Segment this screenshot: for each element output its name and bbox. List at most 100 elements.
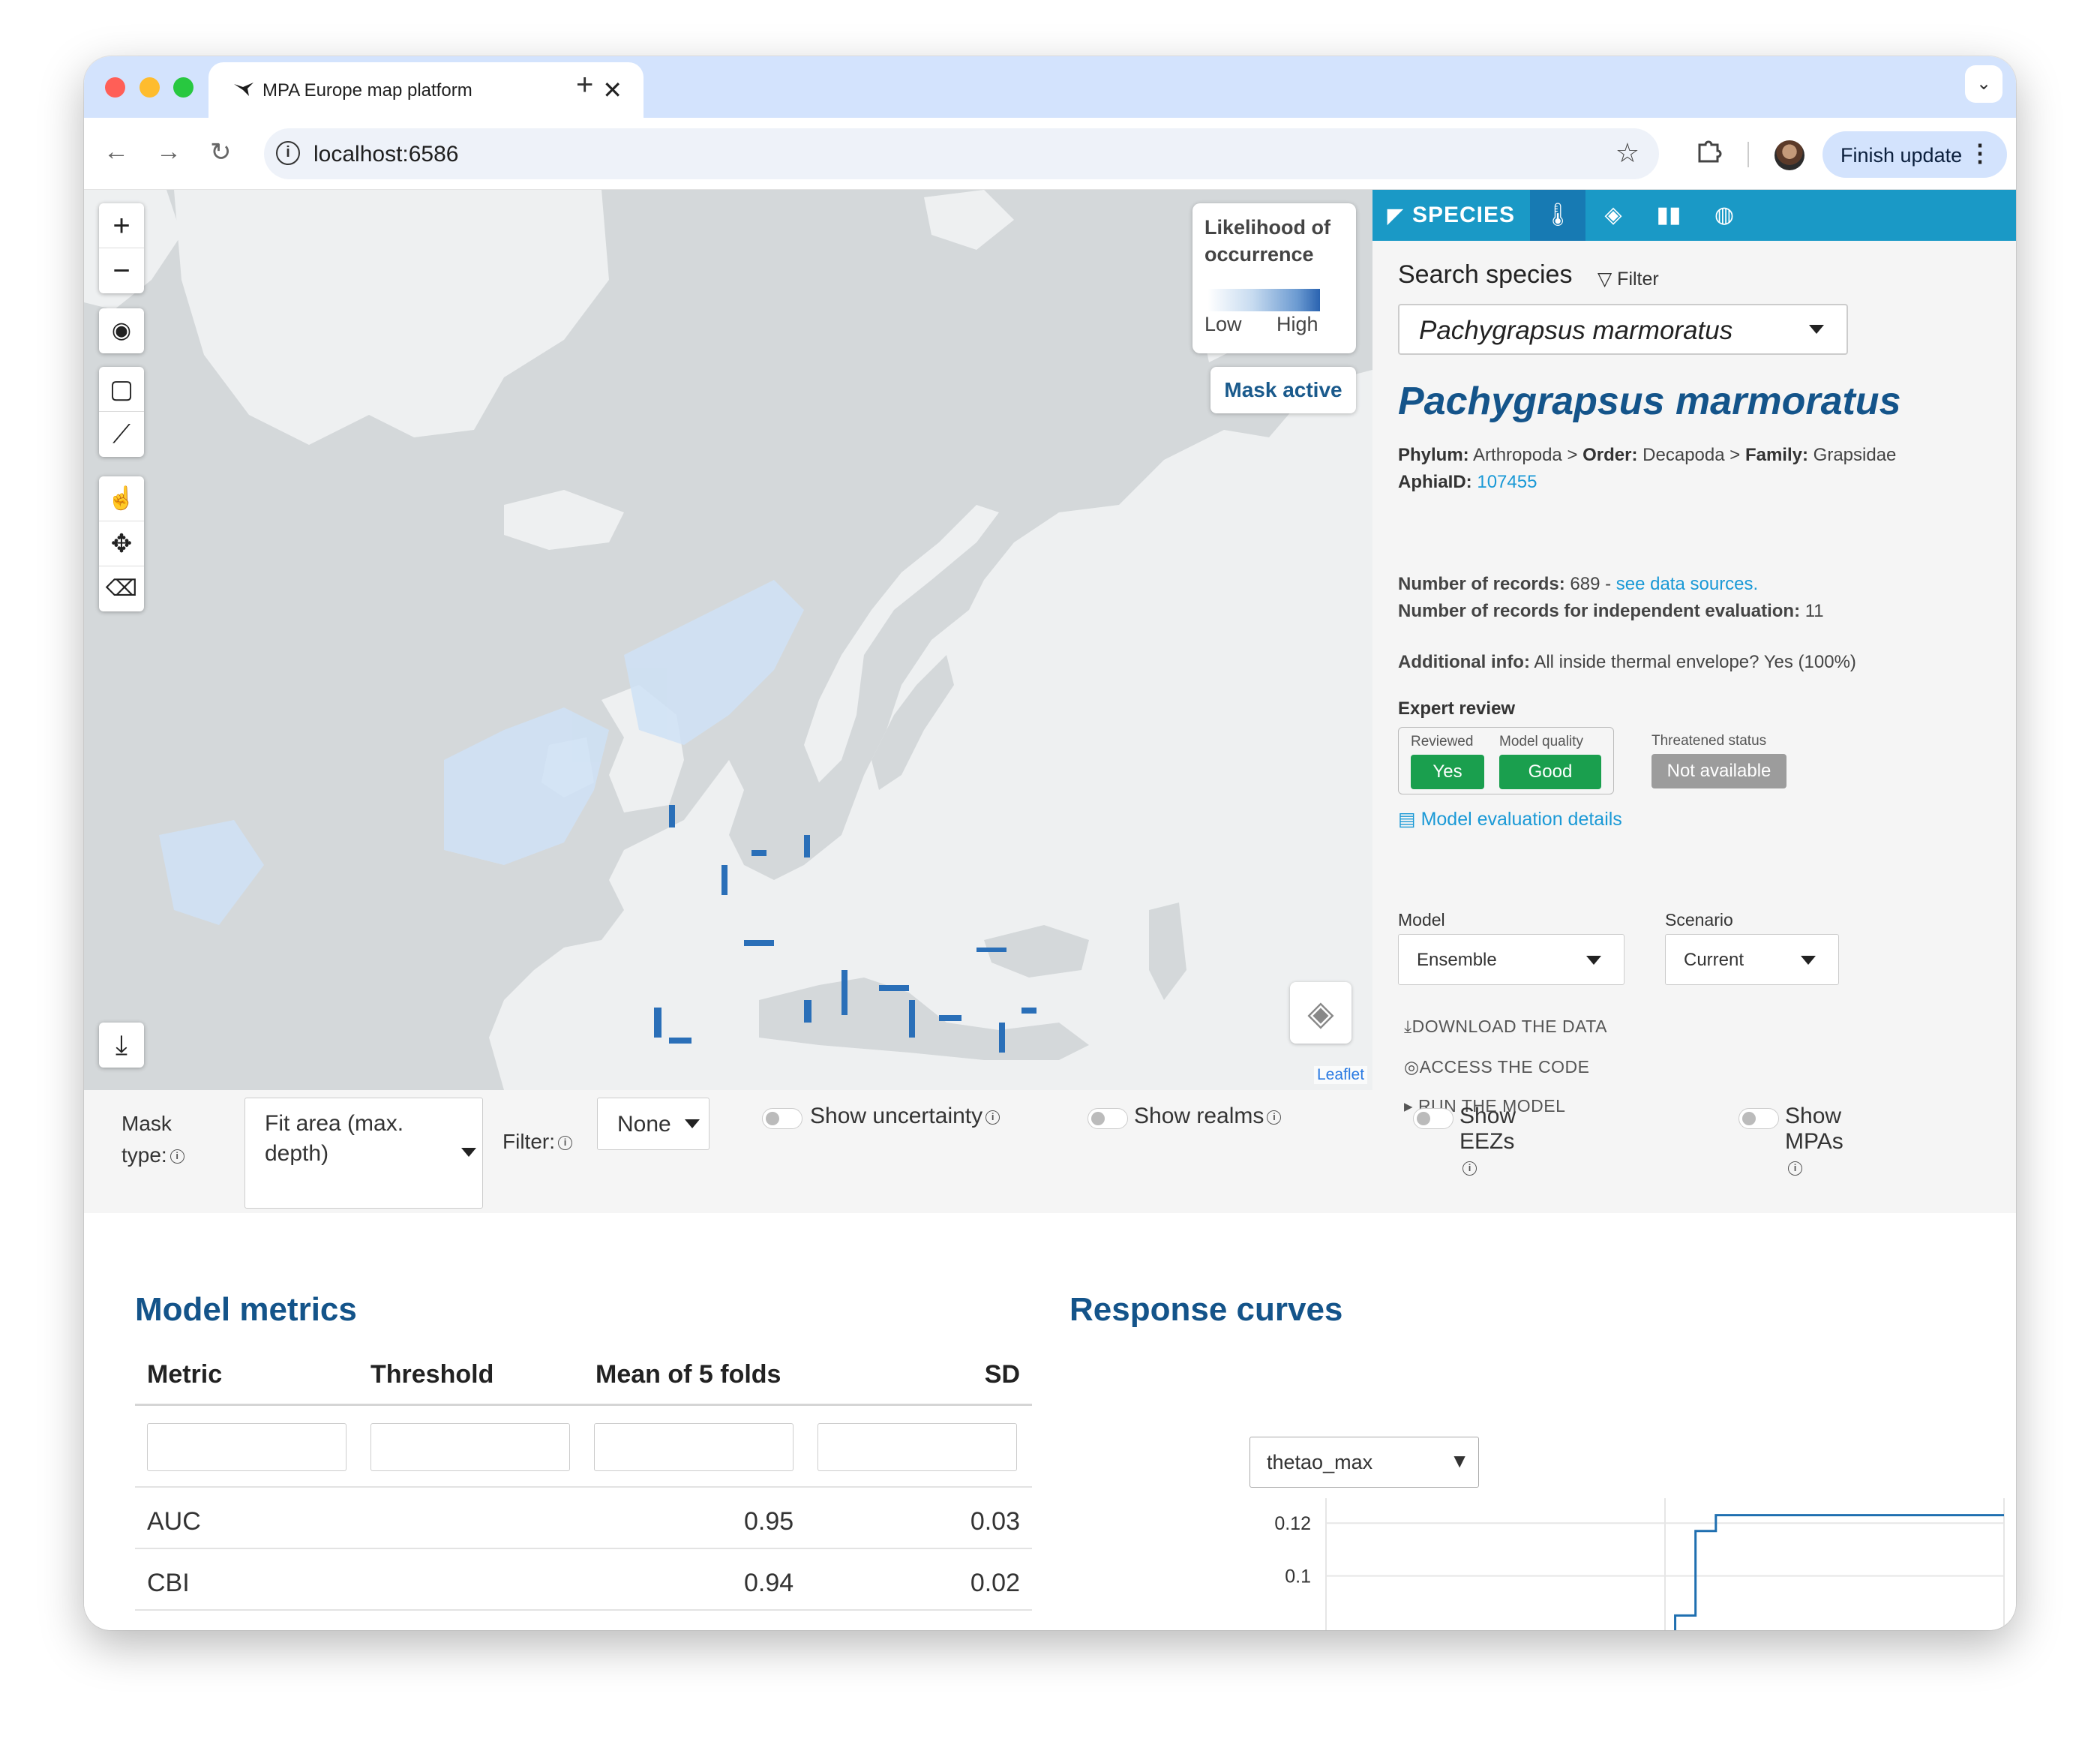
access-code-link[interactable]: ◎ACCESS THE CODE bbox=[1404, 1057, 1589, 1077]
model-metrics-title: Model metrics bbox=[135, 1291, 357, 1328]
extensions-icon[interactable] bbox=[1695, 137, 1722, 171]
zoom-out-button[interactable]: − bbox=[99, 248, 144, 293]
addinfo-label: Additional info: bbox=[1398, 652, 1530, 672]
sd-filter-input[interactable] bbox=[818, 1423, 1017, 1471]
mean-filter-input[interactable] bbox=[594, 1423, 794, 1471]
aphia-label: AphiaID: bbox=[1398, 472, 1472, 492]
col-mean-header[interactable]: Mean of 5 folds bbox=[596, 1360, 781, 1389]
url-text[interactable]: localhost:6586 bbox=[314, 142, 458, 167]
show-eezs-label: Show EEZs i bbox=[1460, 1104, 1516, 1180]
additional-info: Additional info: All inside thermal enve… bbox=[1398, 652, 1856, 673]
mask-type-label: Mask type: i bbox=[122, 1108, 184, 1171]
layers-icon[interactable]: ◈ bbox=[1290, 982, 1352, 1044]
phylum-value: Arthropoda bbox=[1473, 445, 1562, 465]
threatened-status-label: Threatened status bbox=[1652, 733, 1767, 749]
aphia-id-link[interactable]: 107455 bbox=[1477, 472, 1537, 492]
filter-select[interactable]: None bbox=[597, 1098, 710, 1150]
draw-rectangle-icon[interactable]: ▢ bbox=[99, 367, 144, 412]
finish-update-label: Finish update bbox=[1840, 144, 1963, 167]
browser-window: MPA Europe map platform ✕ + ⌄ ← → ↻ i lo… bbox=[84, 56, 2016, 1630]
legend-low-label: Low bbox=[1204, 313, 1242, 335]
reload-icon[interactable]: ↻ bbox=[210, 137, 232, 167]
tab-species[interactable]: ◤ SPECIES bbox=[1372, 190, 1530, 241]
more-menu-icon[interactable]: ⋮ bbox=[1968, 139, 1992, 167]
panel-tabs: ◤ SPECIES 🌡︎ ◈ ▮▮ ◍ bbox=[1372, 190, 2016, 241]
col-metric-header[interactable]: Metric bbox=[147, 1360, 222, 1389]
uncertainty-toggle[interactable] bbox=[762, 1108, 802, 1129]
show-realms-text: Show realms bbox=[1134, 1104, 1264, 1128]
forward-icon[interactable]: → bbox=[156, 137, 182, 167]
model-evaluation-link[interactable]: ▤ Model evaluation details bbox=[1398, 808, 1622, 830]
new-tab-button[interactable]: + bbox=[576, 68, 593, 102]
iceland-shape bbox=[504, 490, 624, 550]
mask-type-select[interactable]: Fit area (max. depth) bbox=[244, 1098, 483, 1209]
info-icon[interactable]: i bbox=[1788, 1161, 1802, 1176]
mask-active-badge[interactable]: Mask active bbox=[1210, 367, 1356, 413]
site-info-icon[interactable]: i bbox=[276, 141, 300, 165]
info-icon[interactable]: i bbox=[986, 1110, 1000, 1125]
draw-polyline-icon[interactable]: ⟋ bbox=[99, 412, 144, 457]
maximize-window-button[interactable] bbox=[173, 77, 194, 98]
show-mpas-text: Show MPAs bbox=[1785, 1104, 1844, 1154]
move-icon[interactable]: ✥ bbox=[99, 521, 144, 566]
show-realms-label: Show realms i bbox=[1134, 1104, 1282, 1129]
chevron-down-icon bbox=[461, 1148, 476, 1157]
species-map[interactable]: + − ◉ ▢ ⟋ ☝ ✥ ⌫ Likelihood of occurrence… bbox=[84, 190, 1372, 1090]
zoom-in-button[interactable]: + bbox=[99, 203, 144, 248]
metric-filter-input[interactable] bbox=[147, 1423, 346, 1471]
family-value: Grapsidae bbox=[1813, 445, 1897, 465]
draw-control: ▢ ⟋ bbox=[99, 367, 144, 457]
back-icon[interactable]: ← bbox=[104, 137, 129, 167]
eye-icon[interactable]: ◉ bbox=[99, 308, 144, 353]
tab-search-button[interactable]: ⌄ bbox=[1965, 65, 2002, 103]
model-label: Model bbox=[1398, 910, 1445, 930]
scenario-label: Scenario bbox=[1665, 910, 1733, 930]
taxonomy: Phylum: Arthropoda > Order: Decapoda > F… bbox=[1398, 445, 1897, 492]
eezs-toggle[interactable] bbox=[1413, 1108, 1454, 1129]
row-cbi-sd: 0.02 bbox=[970, 1569, 1020, 1597]
filter-label: Filter bbox=[1617, 269, 1659, 290]
expert-review-box: Reviewed Model quality Yes Good bbox=[1398, 727, 1614, 794]
species-select[interactable]: Pachygrapsus marmoratus bbox=[1398, 304, 1848, 355]
model-select[interactable]: Ensemble bbox=[1398, 934, 1624, 985]
leaflet-attribution[interactable]: Leaflet bbox=[1314, 1066, 1368, 1084]
draw-marker-icon[interactable]: ☝ bbox=[99, 476, 144, 521]
tab-close-icon[interactable]: ✕ bbox=[602, 76, 622, 104]
scenario-select[interactable]: Current bbox=[1665, 934, 1839, 985]
info-icon[interactable]: i bbox=[1462, 1161, 1477, 1176]
threshold-filter-input[interactable] bbox=[370, 1423, 570, 1471]
row-cbi-mean: 0.94 bbox=[744, 1569, 794, 1597]
zoom-control: + − bbox=[99, 203, 144, 293]
profile-avatar[interactable] bbox=[1774, 140, 1804, 170]
edit-control: ☝ ✥ ⌫ bbox=[99, 476, 144, 611]
tab-globe[interactable]: ◍ bbox=[1696, 190, 1752, 241]
col-threshold-header[interactable]: Threshold bbox=[370, 1360, 494, 1389]
data-sources-link[interactable]: see data sources. bbox=[1616, 574, 1758, 594]
caret-down-icon: ▼ bbox=[1450, 1449, 1469, 1472]
finish-update-button[interactable]: Finish update ⋮ bbox=[1822, 131, 2007, 178]
realms-toggle[interactable] bbox=[1088, 1108, 1128, 1129]
species-panel: ◤ SPECIES 🌡︎ ◈ ▮▮ ◍ Search species ▽ Filt… bbox=[1372, 190, 2016, 1213]
show-mpas-label: Show MPAs i bbox=[1785, 1104, 1844, 1180]
filter-button[interactable]: ▽ Filter bbox=[1598, 268, 1659, 290]
col-sd-header[interactable]: SD bbox=[985, 1360, 1020, 1389]
tab-layers[interactable]: ◈ bbox=[1586, 190, 1641, 241]
info-icon[interactable]: i bbox=[1267, 1110, 1282, 1125]
eraser-icon[interactable]: ⌫ bbox=[99, 566, 144, 611]
download-map-icon[interactable]: ⤓ bbox=[99, 1023, 144, 1068]
show-uncertainty-label: Show uncertainty i bbox=[810, 1104, 1000, 1129]
download-data-link[interactable]: ⤓DOWNLOAD THE DATA bbox=[1404, 1017, 1607, 1037]
info-icon[interactable]: i bbox=[170, 1149, 184, 1164]
address-bar[interactable]: i localhost:6586 ☆ bbox=[264, 128, 1659, 179]
minimize-window-button[interactable] bbox=[140, 77, 160, 98]
bookmark-star-icon[interactable]: ☆ bbox=[1616, 137, 1640, 169]
tab-thermal[interactable]: 🌡︎ bbox=[1530, 190, 1586, 241]
response-curve-chart[interactable]: 0.12 0.1 bbox=[1172, 1498, 2016, 1630]
response-variable-select[interactable]: thetao_max ▼ bbox=[1250, 1437, 1479, 1488]
info-icon[interactable]: i bbox=[558, 1136, 572, 1151]
tab-stats[interactable]: ▮▮ bbox=[1641, 190, 1696, 241]
close-window-button[interactable] bbox=[105, 77, 125, 98]
svalbard-shape bbox=[924, 190, 1014, 250]
mpas-toggle[interactable] bbox=[1738, 1108, 1779, 1129]
indep-records-label: Number of records for independent evalua… bbox=[1398, 601, 1801, 621]
